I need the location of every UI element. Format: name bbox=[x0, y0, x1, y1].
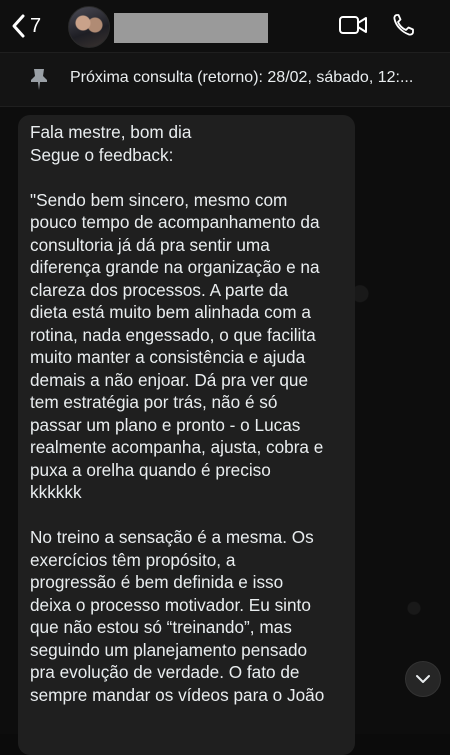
unread-count: 7 bbox=[30, 14, 42, 37]
message-line: pouco tempo de acompanhamento da bbox=[30, 212, 320, 232]
message-line: passar um plano e pronto - o Lucas bbox=[30, 414, 301, 435]
message-text: Fala mestre, bom dia Segue o feedback: "… bbox=[30, 121, 352, 706]
message-line: demais a não enjoar. Dá pra ver que bbox=[30, 369, 309, 390]
message-line: No treino a sensação é a mesma. Os bbox=[30, 527, 314, 547]
message-line: sempre mandar os vídeos para o João bbox=[30, 684, 325, 705]
message-line: consultoria já dá pra sentir uma bbox=[30, 234, 270, 255]
message-line: kkkkkk bbox=[30, 482, 82, 502]
avatar[interactable] bbox=[68, 6, 110, 48]
message-line: pra evolução de verdade. O fato de bbox=[30, 662, 300, 682]
contact-name-redacted[interactable] bbox=[114, 13, 268, 43]
voice-call-button[interactable] bbox=[392, 12, 416, 38]
message-line: clareza dos processos. A parte da bbox=[30, 279, 288, 300]
message-line: tem estratégia por trás, não é só bbox=[30, 392, 278, 412]
chat-header: 7 bbox=[0, 0, 450, 52]
scroll-to-bottom-button[interactable] bbox=[405, 661, 441, 697]
chevron-down-icon bbox=[416, 675, 430, 683]
message-line: "Sendo bem sincero, mesmo com bbox=[30, 189, 288, 210]
message-line: que não estou só “treinando”, mas bbox=[30, 617, 292, 637]
message-line: deixa o processo motivador. Eu sinto bbox=[30, 594, 311, 615]
message-line: diferença grande na organização e na bbox=[30, 257, 320, 277]
message-line: rotina, nada engessado, o que facilita bbox=[30, 324, 316, 345]
chevron-left-icon bbox=[12, 14, 25, 38]
message-line: realmente acompanha, ajusta, cobra e bbox=[30, 437, 324, 457]
message-line: dieta está muito bem alinhada com a bbox=[30, 302, 311, 322]
pinned-message-bar[interactable]: Próxima consulta (retorno): 28/02, sábad… bbox=[0, 52, 450, 107]
message-line: progressão é bem definida e isso bbox=[30, 572, 284, 592]
video-call-button[interactable] bbox=[338, 12, 368, 38]
message-line: Segue o feedback: bbox=[30, 144, 174, 165]
phone-icon bbox=[393, 14, 414, 36]
pin-icon bbox=[31, 69, 47, 90]
message-line: muito manter a consistência e ajuda bbox=[30, 347, 306, 367]
message-line: seguindo um planejamento pensado bbox=[30, 639, 308, 660]
pinned-message-text: Próxima consulta (retorno): 28/02, sábad… bbox=[70, 69, 414, 86]
back-button[interactable]: 7 bbox=[10, 12, 41, 40]
message-line: Fala mestre, bom dia bbox=[30, 122, 192, 142]
message-line: exercícios têm propósito, a bbox=[30, 549, 236, 570]
video-camera-icon bbox=[339, 16, 367, 34]
message-line: puxa a orelha quando é preciso bbox=[30, 459, 271, 480]
